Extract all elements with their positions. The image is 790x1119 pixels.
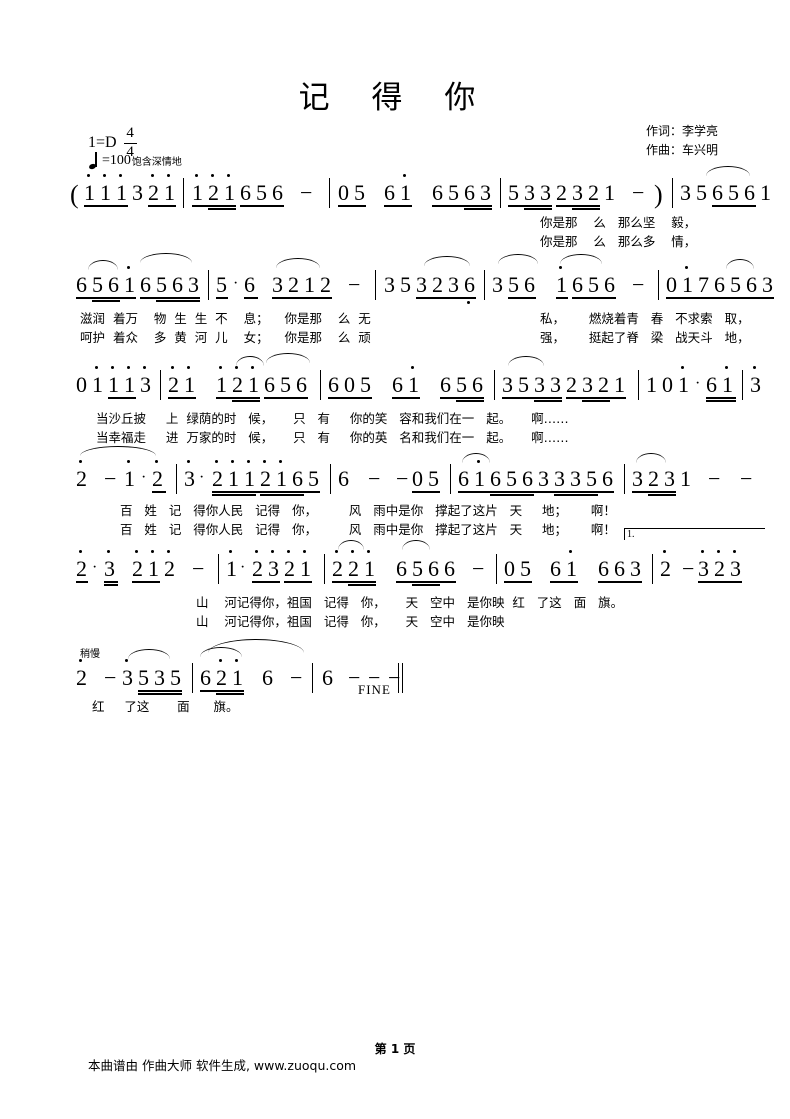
notation-row-6: 2 − 3 53 5 62 1 6 − 6 − − −	[0, 639, 790, 695]
lyric-line-1-cont: 私， 燃烧着青 春 不求索 取，	[540, 311, 750, 326]
music-system-3-cont	[0, 362, 790, 402]
notation-row-4-cont	[0, 456, 790, 496]
lyric-line-2-cont: 强， 挺起了脊 梁 战天斗 地，	[540, 330, 750, 345]
lyrics-row: 当幸福走 进 万家的时 候， 只 有 你的英 名和我们在一 起。 啊……	[0, 427, 790, 446]
lyrics-row: 山 河记得你，祖国 记得 你， 天 空中 是你映	[0, 611, 790, 630]
music-system-4-cont	[0, 456, 790, 496]
music-system-2: 65 61 65 63 5 · 6 32 12 − 35 32 36 35 6	[0, 253, 790, 304]
notation-row-3-cont	[0, 362, 790, 402]
key-signature-text: 1=D	[88, 134, 117, 151]
lyrics-row: 你是那 么 那么多 情，	[0, 231, 790, 250]
lyrics-row: 山 河记得你，祖国 记得 你， 天 空中 是你映 红 了这 面 旗。	[0, 592, 790, 611]
lyrics-row: 你是那 么 那么坚 毅，	[0, 212, 790, 231]
music-system-1-tail	[0, 170, 790, 210]
lyrics-block-5: 山 河记得你，祖国 记得 你， 天 空中 是你映 红 了这 面 旗。 山 河记得…	[0, 592, 790, 630]
lyrics-block-1: 你是那 么 那么坚 毅， 你是那 么 那么多 情，	[0, 212, 790, 250]
tempo-expression: 饱含深情地	[131, 157, 182, 168]
lyric-line-1: 山 河记得你，祖国 记得 你， 天 空中 是你映 红 了这 面 旗。	[196, 595, 624, 610]
lyric-line-1: 当沙丘披 上 绿荫的时 候， 只 有 你的笑 容和我们在一 起。 啊……	[96, 411, 569, 426]
page-title: 记 得 你	[298, 80, 492, 116]
lyric-line-2: 你是那 么 那么多 情，	[540, 234, 697, 249]
lyrics-row: 呵护 着众 多 黄 河 儿 女； 你是那 么 顽 强， 挺起了脊 梁 战天斗 地…	[0, 327, 790, 346]
time-signature-numerator: 4	[126, 125, 134, 141]
lyric-line-2: 山 河记得你，祖国 记得 你， 天 空中 是你映	[196, 614, 505, 629]
lyric-line-2: 呵护 着众 多 黄 河 儿 女； 你是那 么 顽	[80, 330, 371, 345]
quarter-note-icon	[88, 152, 100, 171]
tempo-marking: =100 饱含深情地	[88, 152, 182, 171]
lyrics-block-2: 滋润 着万 物 生 生 不 息； 你是那 么 无 私， 燃烧着青 春 不求索 取…	[0, 308, 790, 346]
volta-label: 1.	[627, 529, 635, 540]
lyric-line-2: 当幸福走 进 万家的时 候， 只 有 你的英 名和我们在一 起。 啊……	[96, 430, 569, 445]
volta-bracket-1: 1.	[624, 528, 765, 540]
lyrics-row: 红 了这 面 旗。	[0, 696, 790, 715]
lyric-line-1: 滋润 着万 物 生 生 不 息； 你是那 么 无	[80, 311, 371, 326]
composer-credit: 作曲：车兴明	[645, 142, 718, 157]
notation-row-2: 65 61 65 63 5 · 6 32 12 − 35 32 36 35 6	[0, 253, 790, 304]
lyrics-row: 当沙丘披 上 绿荫的时 候， 只 有 你的笑 容和我们在一 起。 啊……	[0, 408, 790, 427]
music-system-5-cont	[0, 546, 790, 586]
lyrics-block-6: 红 了这 面 旗。	[0, 696, 790, 715]
notation-row-1-tail	[0, 170, 790, 210]
notation-row-5-cont	[0, 546, 790, 586]
credits: 作词：李学亮 作曲：车兴明	[646, 122, 718, 159]
lyrics-block-3: 当沙丘披 上 绿荫的时 候， 只 有 你的笑 容和我们在一 起。 啊…… 当幸福…	[0, 408, 790, 446]
music-system-6: 2 − 3 53 5 62 1 6 − 6 − − −	[0, 639, 790, 695]
lyric-line-2: 百 姓 记 得你人民 记得 你， 风 雨中是你 撑起了这片 天 地； 啊！	[120, 522, 616, 537]
lyricist-credit: 作词：李学亮	[645, 124, 718, 138]
lyrics-row: 百 姓 记 得你人民 记得 你， 风 雨中是你 撑起了这片 天 地； 啊！	[0, 500, 790, 519]
footer-note: 本曲谱由 作曲大师 软件生成, www.zuoqu.com	[88, 1058, 357, 1073]
lyric-line-1: 百 姓 记 得你人民 记得 你， 风 雨中是你 撑起了这片 天 地； 啊！	[120, 503, 616, 518]
lyric-line-1: 你是那 么 那么坚 毅，	[540, 215, 697, 230]
lyric-line-1: 红 了这 面 旗。	[92, 699, 239, 714]
tempo-value: =100	[102, 152, 131, 168]
lyrics-row: 滋润 着万 物 生 生 不 息； 你是那 么 无 私， 燃烧着青 春 不求索 取…	[0, 308, 790, 327]
